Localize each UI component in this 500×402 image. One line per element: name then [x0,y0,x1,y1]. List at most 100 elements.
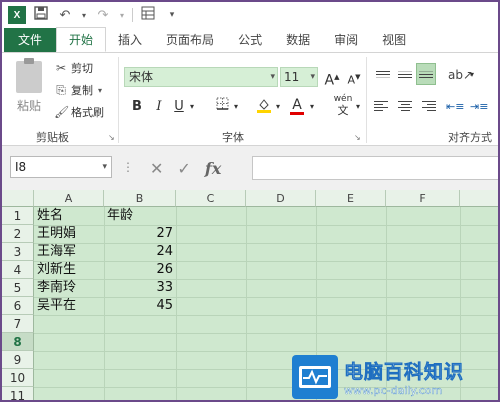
formula-bar: I8 ▾ ⋮ ✕ ✓ fx [2,146,498,192]
italic-button[interactable]: I [152,97,166,117]
shrink-font-button[interactable]: A▼ [346,67,362,87]
align-left-icon[interactable] [374,97,392,115]
tab-review[interactable]: 审阅 [322,28,370,52]
chevron-down-icon[interactable]: ▾ [232,97,240,117]
row-header-8[interactable]: 8 [2,333,34,351]
ribbon-tabs: 文件 开始 插入 页面布局 公式 数据 审阅 视图 [2,27,498,52]
alignment-group-label: 对齐方式 [448,131,492,144]
cell-a2[interactable]: 王明娟 [34,225,104,243]
border-icon[interactable] [214,97,230,117]
row-header-9[interactable]: 9 [2,351,34,369]
row-header-1[interactable]: 1 [2,207,34,225]
form-icon[interactable] [139,6,157,24]
cell-b5[interactable]: 33 [104,279,176,297]
grow-font-button[interactable]: A▲ [324,67,340,89]
underline-button[interactable]: U [172,97,186,117]
redo-dropdown-icon[interactable]: ▾ [118,11,126,20]
cancel-icon[interactable]: ✕ [150,159,163,178]
tab-formulas[interactable]: 公式 [226,28,274,52]
ribbon-home: 粘贴 ✂ 剪切 ⎘ 复制 ▾ 🖌 格式刷 剪贴板 ↘ 宋体 ▾ 11 ▾ A▲ … [2,52,498,146]
chevron-down-icon: ▾ [310,72,315,82]
font-size-select[interactable]: 11 ▾ [280,67,318,87]
chevron-down-icon[interactable]: ▾ [188,97,196,117]
row-header-2[interactable]: 2 [2,225,34,243]
undo-dropdown-icon[interactable]: ▾ [80,11,88,20]
paste-button[interactable]: 粘贴 [12,58,46,119]
tab-home[interactable]: 开始 [56,27,107,52]
column-header-e[interactable]: E [316,190,386,207]
cell-b2[interactable]: 27 [104,225,176,243]
align-middle-icon[interactable] [396,65,414,83]
cell-a4[interactable]: 刘新生 [34,261,104,279]
font-color-button[interactable]: A [290,95,304,115]
tab-file[interactable]: 文件 [4,28,57,52]
cell-a5[interactable]: 李南玲 [34,279,104,297]
align-top-icon[interactable] [374,65,392,83]
copy-button[interactable]: ⎘ 复制 ▾ [54,81,104,99]
fill-color-icon[interactable] [256,97,272,117]
align-center-icon[interactable] [396,97,414,115]
copy-label: 复制 [71,84,93,97]
check-icon[interactable]: ✓ [177,159,190,178]
tab-insert[interactable]: 插入 [106,28,154,52]
cell-b3[interactable]: 24 [104,243,176,261]
clipboard-icon [16,58,42,93]
row-header-10[interactable]: 10 [2,369,34,387]
redo-icon[interactable]: ↷ [94,8,112,23]
chevron-down-icon[interactable]: ▾ [468,65,476,85]
column-header-b[interactable]: B [104,190,176,207]
clipboard-launcher-icon[interactable]: ↘ [108,133,115,142]
scissors-icon: ✂ [55,61,67,75]
cell-b4[interactable]: 26 [104,261,176,279]
cut-button[interactable]: ✂ 剪切 [54,59,93,77]
cell-a6[interactable]: 吴平在 [34,297,104,315]
align-right-icon[interactable] [418,97,436,115]
tab-data[interactable]: 数据 [274,28,322,52]
chevron-down-icon[interactable]: ▾ [96,86,104,95]
row-header-3[interactable]: 3 [2,243,34,261]
row-header-4[interactable]: 4 [2,261,34,279]
tab-view[interactable]: 视图 [370,28,418,52]
bold-button[interactable]: B [130,97,144,117]
row-header-6[interactable]: 6 [2,297,34,315]
excel-window: X ↶ ▾ ↷ ▾ ▾ 文件 开始 插入 页面布局 公式 数据 审阅 视图 粘贴… [0,0,500,402]
font-launcher-icon[interactable]: ↘ [354,133,361,142]
decrease-indent-icon[interactable]: ⇤≡ [446,97,464,117]
select-all-corner[interactable] [2,190,34,207]
excel-icon[interactable]: X [8,6,26,24]
row-header-5[interactable]: 5 [2,279,34,297]
gridline [34,333,498,334]
tab-page-layout[interactable]: 页面布局 [154,28,226,52]
orientation-icon[interactable]: ab↗ [448,65,473,85]
chevron-down-icon[interactable]: ▾ [354,97,362,117]
column-header-d[interactable]: D [246,190,316,207]
row-header-7[interactable]: 7 [2,315,34,333]
increase-indent-icon[interactable]: ⇥≡ [470,97,488,117]
grow-font-label: A [324,72,335,89]
splitter-handle[interactable]: ⋮ [122,160,134,174]
save-icon[interactable] [32,6,50,24]
column-header-g[interactable] [460,190,498,207]
insert-function-button[interactable]: fx [205,159,221,178]
group-divider [366,57,367,143]
font-name-value: 宋体 [129,70,154,84]
cell-b1[interactable]: 年龄 [104,207,176,225]
column-header-c[interactable]: C [176,190,246,207]
row-header-11[interactable]: 11 [2,387,34,400]
cell-a1[interactable]: 姓名 [34,207,104,225]
cell-b6[interactable]: 45 [104,297,176,315]
chevron-down-icon[interactable]: ▾ [274,97,282,117]
chevron-down-icon[interactable]: ▾ [308,97,316,117]
font-name-select[interactable]: 宋体 ▾ [124,67,278,87]
column-header-f[interactable]: F [386,190,460,207]
format-painter-label: 格式刷 [71,106,104,119]
column-header-a[interactable]: A [34,190,104,207]
name-box[interactable]: I8 ▾ [10,156,112,178]
phonetic-button[interactable]: wén 文 [332,93,354,117]
format-painter-button[interactable]: 🖌 格式刷 [54,103,104,121]
customize-icon[interactable]: ▾ [163,10,181,20]
cell-a3[interactable]: 王海军 [34,243,104,261]
undo-icon[interactable]: ↶ [56,8,74,23]
formula-input[interactable] [252,156,498,180]
align-bottom-icon[interactable] [416,63,436,85]
